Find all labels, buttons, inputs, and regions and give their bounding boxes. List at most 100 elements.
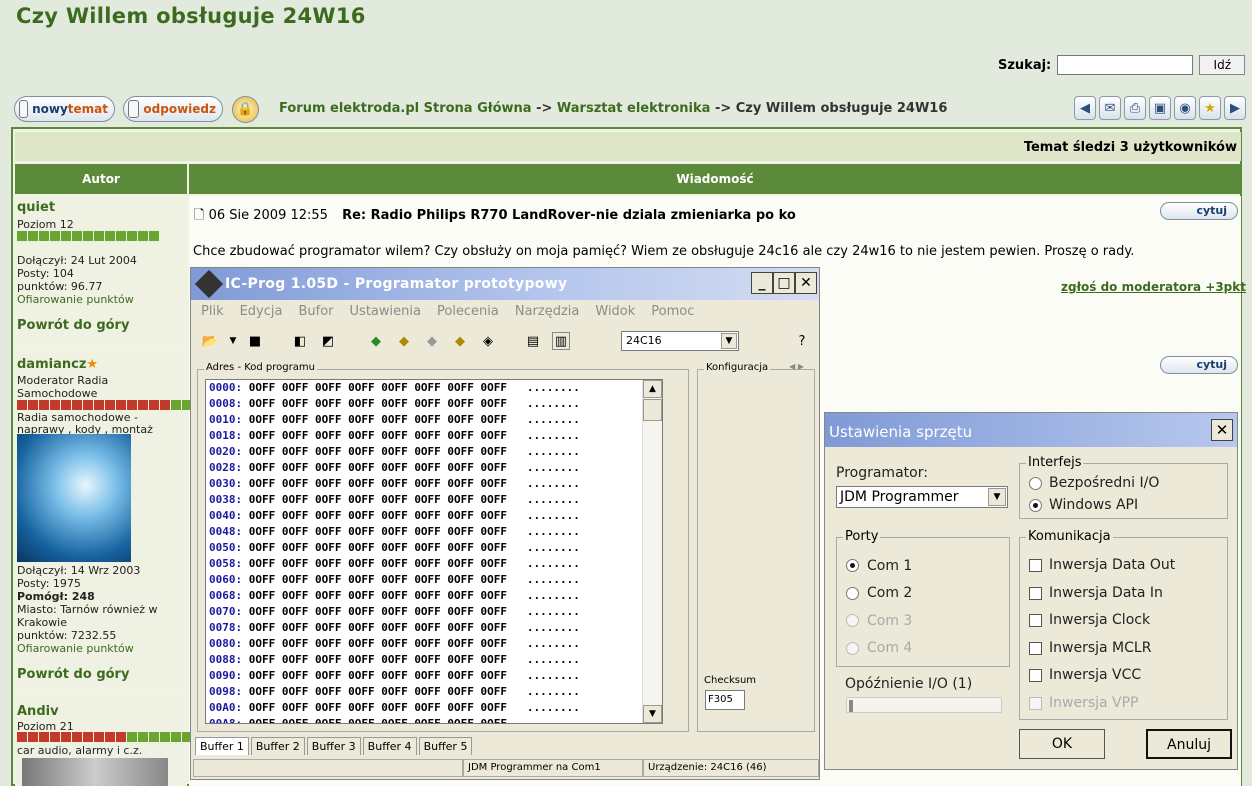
menu-help[interactable]: Pomoc [651,304,694,319]
search-button[interactable]: Idź [1199,55,1246,75]
tab-buffer-5[interactable]: Buffer 5 [418,737,473,755]
tab-buffer-2[interactable]: Buffer 2 [250,737,305,755]
donate-link[interactable]: Ofiarowanie punktów [17,293,134,306]
hex-row[interactable]: 0040: 0OFF 0OFF 0OFF 0OFF 0OFF 0OFF 0OFF… [206,508,662,524]
menu-settings[interactable]: Ustawienia [350,304,421,319]
scroll-down-icon[interactable]: ▼ [643,705,662,723]
radio-com1[interactable] [846,559,859,572]
author-name[interactable]: damiancz★ [17,357,98,372]
hex-row[interactable]: 0020: 0OFF 0OFF 0OFF 0OFF 0OFF 0OFF 0OFF… [206,444,662,460]
read-icon[interactable]: ◧ [291,332,309,350]
hex-row[interactable]: 0018: 0OFF 0OFF 0OFF 0OFF 0OFF 0OFF 0OFF… [206,428,662,444]
hex-row[interactable]: 00A0: 0OFF 0OFF 0OFF 0OFF 0OFF 0OFF 0OFF… [206,700,662,716]
hex-row[interactable]: 0058: 0OFF 0OFF 0OFF 0OFF 0OFF 0OFF 0OFF… [206,556,662,572]
prev-topic-icon[interactable]: ◀ [1074,96,1096,120]
checkbox-invert-clock[interactable] [1029,614,1042,627]
breadcrumb-home[interactable]: Forum elektroda.pl Strona Główna [279,101,532,116]
tab-buffer-3[interactable]: Buffer 3 [306,737,361,755]
device-select[interactable]: 24C16 ▼ [621,331,739,351]
hex-row[interactable]: 00A8: 0OFF 0OFF 0OFF 0OFF 0OFF 0OFF 0OFF… [206,716,662,723]
minimize-button[interactable]: _ [751,272,773,294]
menu-edit[interactable]: Edycja [240,304,283,319]
menu-file[interactable]: Plik [201,304,224,319]
hex-editor[interactable]: 0000: 0OFF 0OFF 0OFF 0OFF 0OFF 0OFF 0OFF… [205,379,663,724]
back-to-top-link[interactable]: Powrót do góry [17,318,129,333]
menu-buffer[interactable]: Bufor [298,304,333,319]
hex-row[interactable]: 0080: 0OFF 0OFF 0OFF 0OFF 0OFF 0OFF 0OFF… [206,636,662,652]
search-input[interactable] [1057,55,1194,75]
next-topic-icon[interactable]: ▶ [1224,96,1246,120]
reply-button[interactable]: odpowiedz [123,96,223,122]
icprog-titlebar[interactable]: IC-Prog 1.05D - Programator prototypowy [191,268,819,300]
open-dropdown-icon[interactable]: ▼ [224,332,242,350]
cancel-button[interactable]: Anuluj [1146,729,1232,759]
hex-row[interactable]: 0008: 0OFF 0OFF 0OFF 0OFF 0OFF 0OFF 0OFF… [206,396,662,412]
donate-link[interactable]: Ofiarowanie punktów [17,642,134,655]
quote-button[interactable]: cytuj [1160,356,1238,374]
hex-row[interactable]: 0088: 0OFF 0OFF 0OFF 0OFF 0OFF 0OFF 0OFF… [206,652,662,668]
checkbox-invert-mclr[interactable] [1029,642,1042,655]
slider-thumb[interactable] [849,700,853,712]
hex-row[interactable]: 0028: 0OFF 0OFF 0OFF 0OFF 0OFF 0OFF 0OFF… [206,460,662,476]
hex-view-icon[interactable]: ▤ [524,332,542,350]
menu-commands[interactable]: Polecenia [437,304,499,319]
tab-buffer-4[interactable]: Buffer 4 [362,737,417,755]
ok-button[interactable]: OK [1019,729,1105,759]
write-icon[interactable]: ◩ [319,332,337,350]
back-to-top-link[interactable]: Powrót do góry [17,667,129,682]
new-topic-button[interactable]: nowy temat [14,96,115,122]
ascii-view-icon[interactable]: ▥ [552,332,570,350]
hex-row[interactable]: 0038: 0OFF 0OFF 0OFF 0OFF 0OFF 0OFF 0OFF… [206,492,662,508]
scroll-up-icon[interactable]: ▲ [643,380,662,398]
checkbox-invert-vcc[interactable] [1029,669,1042,682]
save-file-icon[interactable]: ■ [246,332,264,350]
favorite-icon[interactable]: ★ [1199,96,1221,120]
menu-tools[interactable]: Narzędzia [515,304,580,319]
radio-com2[interactable] [846,587,859,600]
scroll-thumb[interactable] [643,399,662,421]
breadcrumb-section[interactable]: Warsztat elektronika [557,101,711,116]
hex-row[interactable]: 0000: 0OFF 0OFF 0OFF 0OFF 0OFF 0OFF 0OFF… [206,380,662,396]
help-icon[interactable]: ? [793,332,811,350]
quote-button[interactable]: cytuj [1160,202,1238,220]
hex-row[interactable]: 0098: 0OFF 0OFF 0OFF 0OFF 0OFF 0OFF 0OFF… [206,684,662,700]
close-button[interactable]: ✕ [795,272,817,294]
programmer-select[interactable]: JDM Programmer ▼ [836,486,1008,508]
watch-icon[interactable]: ◉ [1174,96,1196,120]
hex-row[interactable]: 0030: 0OFF 0OFF 0OFF 0OFF 0OFF 0OFF 0OFF… [206,476,662,492]
hex-row[interactable]: 0068: 0OFF 0OFF 0OFF 0OFF 0OFF 0OFF 0OFF… [206,588,662,604]
program-icon[interactable]: ◆ [367,332,385,350]
hex-row[interactable]: 0050: 0OFF 0OFF 0OFF 0OFF 0OFF 0OFF 0OFF… [206,540,662,556]
print-icon[interactable]: ⎙ [1124,96,1146,120]
blank-check-icon[interactable]: ◆ [451,332,469,350]
save-icon[interactable]: ▣ [1149,96,1171,120]
radio-windows-api[interactable] [1029,499,1042,512]
hex-row[interactable]: 0078: 0OFF 0OFF 0OFF 0OFF 0OFF 0OFF 0OFF… [206,620,662,636]
checkbox-invert-data-in[interactable] [1029,587,1042,600]
hex-scrollbar[interactable]: ▲ ▼ [642,380,662,723]
hex-row[interactable]: 0010: 0OFF 0OFF 0OFF 0OFF 0OFF 0OFF 0OFF… [206,412,662,428]
open-file-icon[interactable]: 📂 [201,332,219,350]
hex-row[interactable]: 0048: 0OFF 0OFF 0OFF 0OFF 0OFF 0OFF 0OFF… [206,524,662,540]
lock-icon[interactable]: 🔒 [232,96,259,123]
author-name[interactable]: quiet [17,200,55,215]
compare-icon[interactable]: ◈ [479,332,497,350]
erase-icon[interactable]: ◆ [395,332,413,350]
maximize-button[interactable]: □ [773,272,795,294]
hex-row[interactable]: 0090: 0OFF 0OFF 0OFF 0OFF 0OFF 0OFF 0OFF… [206,668,662,684]
rank-bar [17,400,192,410]
author-name[interactable]: Andiv [17,704,59,719]
hex-row[interactable]: 0060: 0OFF 0OFF 0OFF 0OFF 0OFF 0OFF 0OFF… [206,572,662,588]
report-link[interactable]: zgłoś do moderatora +3pkt [1061,280,1246,294]
menu-view[interactable]: Widok [595,304,635,319]
hex-row[interactable]: 0070: 0OFF 0OFF 0OFF 0OFF 0OFF 0OFF 0OFF… [206,604,662,620]
close-icon[interactable]: ✕ [1211,419,1233,441]
tab-buffer-1[interactable]: Buffer 1 [195,737,249,755]
verify-icon[interactable]: ◆ [423,332,441,350]
email-icon[interactable]: ✉ [1099,96,1121,120]
dialog-titlebar[interactable]: Ustawienia sprzętu [825,413,1237,447]
radio-direct-io[interactable] [1029,477,1042,490]
checkbox-invert-data-out[interactable] [1029,559,1042,572]
io-delay-slider[interactable] [846,697,1002,713]
config-nav-icon[interactable]: ◀ ▶ [789,362,804,371]
